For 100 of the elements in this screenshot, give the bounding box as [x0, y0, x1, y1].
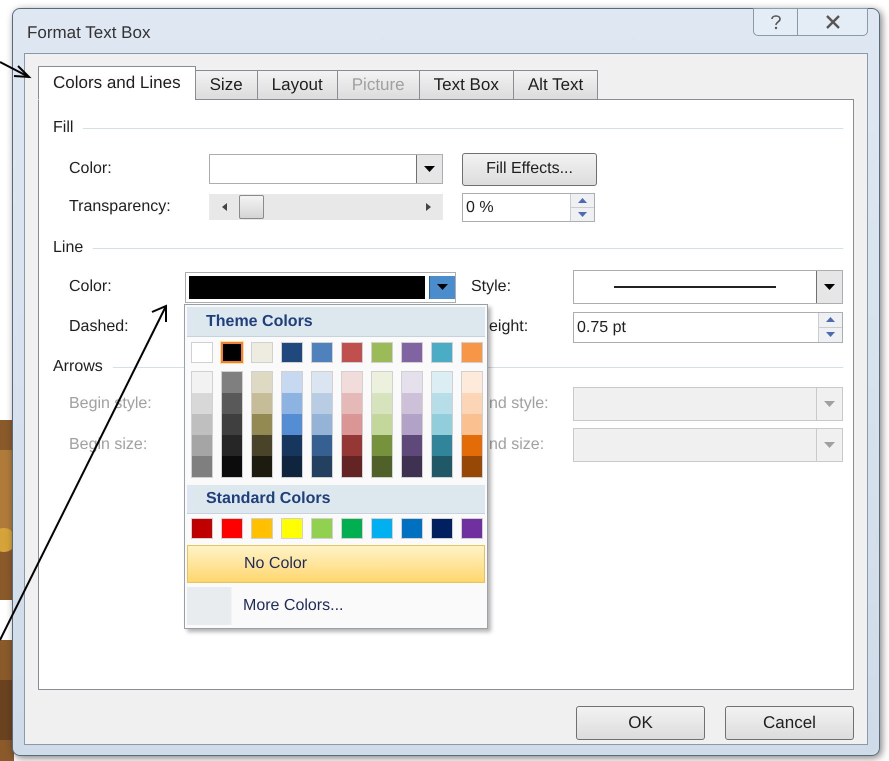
color-swatch[interactable]: [192, 372, 212, 393]
field-label: Color:: [69, 278, 112, 295]
color-swatch[interactable]: [221, 518, 243, 539]
color-swatch[interactable]: [282, 372, 302, 393]
left-arrow-icon[interactable]: [222, 203, 226, 211]
field-label: Transparency:: [69, 198, 171, 215]
tab[interactable]: Layout: [256, 70, 338, 100]
slider-thumb[interactable]: [239, 195, 264, 219]
color-swatch[interactable]: [342, 393, 362, 414]
color-swatch[interactable]: [221, 342, 243, 363]
color-swatch[interactable]: [372, 435, 392, 456]
section-heading: Arrows: [53, 357, 103, 377]
pointer-arrow: [0, 61, 32, 78]
color-swatch[interactable]: [432, 435, 452, 456]
color-swatch[interactable]: [282, 456, 302, 477]
color-swatch[interactable]: [282, 393, 302, 414]
color-swatch[interactable]: [462, 456, 482, 477]
right-arrow-icon[interactable]: [426, 203, 430, 211]
color-swatch[interactable]: [402, 456, 422, 477]
tab[interactable]: Alt Text: [512, 70, 598, 100]
color-swatch[interactable]: [462, 393, 482, 414]
color-swatch[interactable]: [312, 393, 332, 414]
line-color-dropdown[interactable]: [185, 272, 456, 302]
color-swatch[interactable]: [372, 414, 392, 435]
color-swatch[interactable]: [342, 414, 362, 435]
color-swatch[interactable]: [312, 456, 332, 477]
color-swatch[interactable]: [461, 342, 483, 363]
close-button[interactable]: [798, 8, 868, 36]
color-swatch[interactable]: [282, 435, 302, 456]
color-swatch[interactable]: [401, 518, 423, 539]
color-swatch[interactable]: [371, 342, 393, 363]
color-swatch[interactable]: [342, 372, 362, 393]
color-swatch[interactable]: [371, 518, 393, 539]
color-swatch[interactable]: [281, 342, 303, 363]
color-swatch[interactable]: [312, 372, 332, 393]
color-swatch[interactable]: [192, 456, 212, 477]
menu-item[interactable]: No Color: [187, 545, 485, 583]
weight-field[interactable]: 0.75 pt: [573, 312, 843, 342]
dropdown-arrow-button[interactable]: [429, 276, 455, 298]
color-swatch[interactable]: [432, 414, 452, 435]
caret-icon: [437, 284, 448, 290]
color-swatch[interactable]: [462, 414, 482, 435]
color-swatch[interactable]: [252, 372, 272, 393]
tab[interactable]: Size: [194, 70, 258, 100]
color-swatch[interactable]: [312, 414, 332, 435]
color-swatch[interactable]: [312, 435, 332, 456]
field-label: nd style:: [489, 395, 549, 412]
color-swatch[interactable]: [251, 342, 273, 363]
color-swatch[interactable]: [462, 435, 482, 456]
color-swatch[interactable]: [431, 342, 453, 363]
color-swatch[interactable]: [461, 518, 483, 539]
tab[interactable]: Text Box: [418, 70, 514, 100]
spin-buttons[interactable]: [818, 312, 842, 342]
color-swatch[interactable]: [252, 456, 272, 477]
color-swatch[interactable]: [462, 372, 482, 393]
dialog-button[interactable]: OK: [576, 706, 705, 740]
color-swatch[interactable]: [431, 518, 453, 539]
color-swatch[interactable]: [341, 342, 363, 363]
color-swatch[interactable]: [252, 414, 272, 435]
tab[interactable]: Colors and Lines: [38, 66, 196, 100]
color-swatch[interactable]: [372, 393, 392, 414]
color-swatch[interactable]: [341, 518, 363, 539]
color-swatch[interactable]: [191, 342, 213, 363]
color-swatch[interactable]: [342, 456, 362, 477]
color-swatch[interactable]: [222, 435, 242, 456]
color-swatch[interactable]: [192, 393, 212, 414]
color-swatch[interactable]: [282, 414, 302, 435]
color-swatch[interactable]: [372, 456, 392, 477]
transparency-field[interactable]: 0 %: [462, 192, 595, 222]
dialog-button[interactable]: Cancel: [725, 706, 854, 740]
color-swatch[interactable]: [222, 393, 242, 414]
color-swatch[interactable]: [402, 414, 422, 435]
color-swatch[interactable]: [311, 342, 333, 363]
color-swatch[interactable]: [432, 456, 452, 477]
color-swatch[interactable]: [402, 393, 422, 414]
color-swatch[interactable]: [402, 435, 422, 456]
color-swatch[interactable]: [252, 393, 272, 414]
color-dropdown[interactable]: [209, 154, 443, 184]
spin-buttons[interactable]: [570, 194, 594, 220]
color-swatch[interactable]: [432, 372, 452, 393]
color-swatch[interactable]: [192, 414, 212, 435]
color-swatch[interactable]: [252, 435, 272, 456]
color-swatch[interactable]: [222, 456, 242, 477]
color-swatch[interactable]: [191, 518, 213, 539]
color-swatch[interactable]: [281, 518, 303, 539]
color-swatch[interactable]: [342, 435, 362, 456]
color-swatch[interactable]: [402, 372, 422, 393]
color-swatch[interactable]: [192, 435, 212, 456]
color-swatch[interactable]: [372, 372, 392, 393]
color-swatch[interactable]: [401, 342, 423, 363]
color-swatch[interactable]: [222, 372, 242, 393]
color-swatch[interactable]: [311, 518, 333, 539]
fill-effects-button[interactable]: Fill Effects...: [462, 152, 597, 186]
style-dropdown[interactable]: [573, 270, 843, 304]
color-swatch[interactable]: [432, 393, 452, 414]
dropdown-arrow-button[interactable]: [416, 155, 442, 183]
color-swatch[interactable]: [251, 518, 273, 539]
dropdown-arrow-button[interactable]: [816, 271, 842, 303]
color-swatch[interactable]: [222, 414, 242, 435]
help-button[interactable]: [753, 8, 798, 36]
